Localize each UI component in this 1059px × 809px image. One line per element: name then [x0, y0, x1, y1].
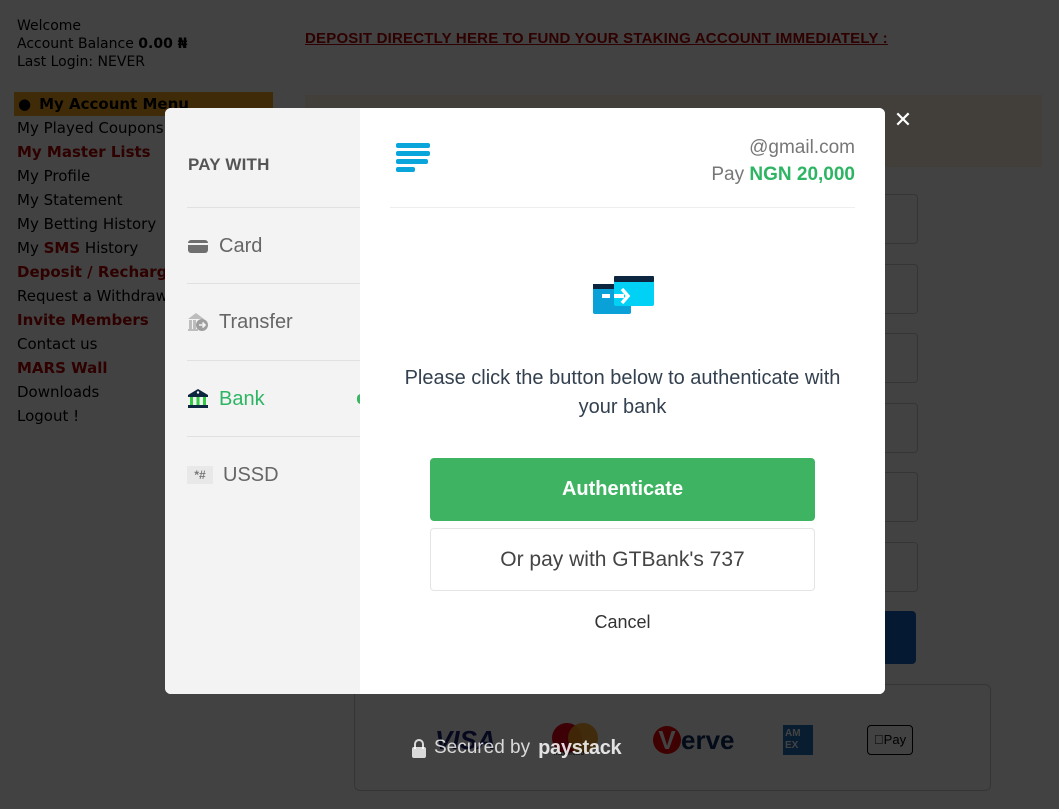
paystack-brand: paystack [538, 736, 622, 759]
authenticate-button[interactable]: Authenticate [430, 458, 815, 521]
amount-value: NGN 20,000 [749, 164, 855, 185]
gtbank-737-button[interactable]: Or pay with GTBank's 737 [430, 528, 815, 591]
card-icon [187, 235, 209, 257]
payment-channels-sidebar: PAY WITH Card Transfer Bank *# USSD [165, 108, 364, 694]
channel-label: Bank [219, 387, 265, 410]
channel-label: Transfer [219, 310, 293, 333]
payment-modal: PAY WITH Card Transfer Bank *# USSD @gma… [165, 108, 885, 694]
channel-transfer[interactable]: Transfer [187, 283, 360, 360]
channel-label: Card [219, 234, 263, 257]
channel-label: USSD [223, 463, 279, 486]
lock-icon [412, 738, 426, 758]
bank-icon [187, 388, 209, 410]
header-divider [390, 207, 855, 208]
pay-with-heading: PAY WITH [188, 155, 270, 174]
customer-email: @gmail.com [749, 137, 855, 158]
transfer-icon [187, 311, 209, 333]
bank-instruction: Please click the button below to authent… [404, 367, 841, 418]
channel-card[interactable]: Card [187, 207, 360, 284]
secured-by-paystack: Secured by paystack [412, 735, 622, 761]
channel-ussd[interactable]: *# USSD [187, 436, 360, 513]
pay-amount: Pay NGN 20,000 [711, 164, 855, 186]
secured-prefix: Secured by [434, 737, 531, 758]
paystack-logo-icon [396, 143, 430, 177]
channel-bank[interactable]: Bank [187, 360, 364, 437]
pay-label: Pay [711, 164, 745, 185]
payment-panel: @gmail.com Pay NGN 20,000 Please click t… [360, 108, 885, 694]
close-icon: ✕ [893, 108, 913, 133]
ussd-icon: *# [187, 466, 213, 484]
close-button[interactable]: ✕ [893, 110, 913, 132]
bank-transfer-icon [593, 276, 654, 314]
cancel-button[interactable]: Cancel [360, 612, 885, 633]
